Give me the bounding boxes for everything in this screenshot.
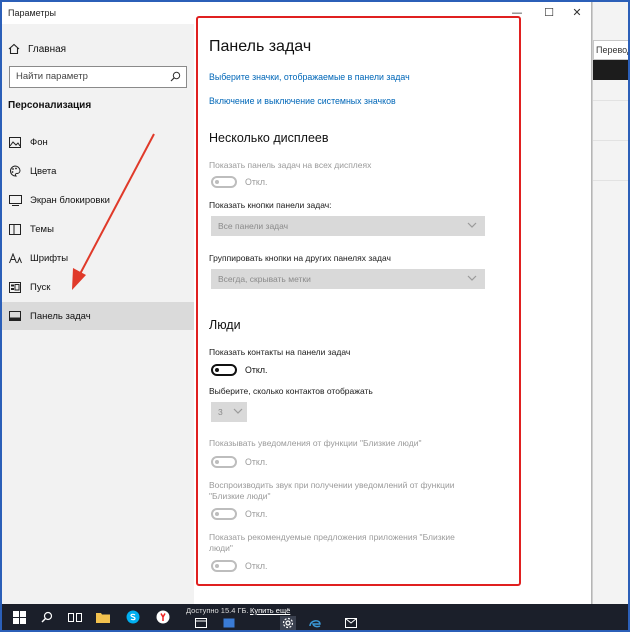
start-icon (8, 280, 22, 294)
people-sound-toggle[interactable] (211, 508, 237, 520)
taskbar-icon (8, 309, 22, 323)
divider (593, 180, 630, 181)
contacts-count-label: Выберите, сколько контактов отображать (209, 386, 373, 396)
main-content: Панель задач Выберите значки, отображаем… (202, 24, 592, 604)
show-on-all-displays-label: Показать панель задач на всех дисплеях (209, 160, 372, 170)
toggle-state: Откл. (245, 177, 268, 187)
search-placeholder: Найти параметр (16, 71, 88, 82)
toggle-state: Откл. (245, 561, 268, 571)
dropdown-value: Все панели задач (218, 221, 289, 231)
search-icon[interactable] (170, 71, 181, 82)
sidebar-item-fonts[interactable]: Шрифты (2, 244, 194, 272)
sidebar-item-label: Панель задач (30, 310, 91, 322)
people-sound-label: Воспроизводить звук при получении уведом… (209, 480, 455, 501)
sidebar-item-lock-screen[interactable]: Экран блокировки (2, 186, 194, 214)
sidebar-item-label: Экран блокировки (30, 194, 110, 206)
settings-icon[interactable] (280, 616, 296, 630)
people-suggestions-toggle[interactable] (211, 560, 237, 572)
themes-icon (8, 222, 22, 236)
skype-icon[interactable] (124, 608, 142, 626)
sidebar-item-label: Шрифты (30, 252, 69, 264)
calendar-icon[interactable] (194, 617, 208, 629)
buy-more-link[interactable]: Купить ещё (250, 606, 290, 615)
show-buttons-label: Показать кнопки панели задач: (209, 200, 332, 210)
divider (593, 100, 630, 101)
close-button[interactable]: ✕ (562, 4, 592, 22)
sidebar-item-label: Цвета (30, 165, 57, 177)
toggle-state: Откл. (245, 509, 268, 519)
people-suggestions-label: Показать рекомендуемые предложения прило… (209, 532, 455, 553)
toggle-state: Откл. (245, 457, 268, 467)
background-app-tab[interactable]: Переводч (593, 40, 630, 60)
fonts-icon (8, 251, 22, 265)
link-system-icons[interactable]: Включение и выключение системных значков (209, 96, 396, 106)
settings-window: Параметры — ☐ ✕ Главная Найти параметр П… (2, 2, 592, 604)
section-heading-multi-display: Несколько дисплеев (209, 131, 329, 145)
picture-icon (8, 135, 22, 149)
chevron-down-icon (233, 408, 243, 414)
section-heading-people: Люди (209, 318, 241, 332)
task-view-icon[interactable] (66, 608, 84, 626)
sidebar-item-label: Темы (30, 223, 54, 235)
background-app-toolbar (593, 60, 630, 80)
show-contacts-label: Показать контакты на панели задач (209, 347, 351, 357)
group-buttons-label: Группировать кнопки на других панелях за… (209, 253, 391, 263)
search-icon[interactable] (38, 608, 56, 626)
background-app-window: Переводч (592, 0, 630, 604)
section-title: Персонализация (8, 100, 92, 111)
sidebar-item-colors[interactable]: Цвета (2, 157, 194, 185)
taskbar: Доступно 15.4 ГБ. Купить ещё (2, 604, 628, 630)
chevron-down-icon (467, 275, 477, 281)
file-explorer-icon[interactable] (94, 608, 112, 626)
sidebar-item-taskbar[interactable]: Панель задач (2, 302, 194, 330)
sidebar-item-start[interactable]: Пуск (2, 273, 194, 301)
home-label: Главная (28, 43, 67, 55)
home-link[interactable]: Главная (8, 42, 66, 56)
dropdown-value: Всегда, скрывать метки (218, 274, 311, 284)
minimize-button[interactable]: — (502, 4, 532, 22)
sidebar: Главная Найти параметр Персонализация Фо… (2, 24, 194, 604)
link-taskbar-icons[interactable]: Выберите значки, отображаемые в панели з… (209, 72, 410, 82)
divider (593, 140, 630, 141)
show-buttons-dropdown[interactable]: Все панели задач (211, 216, 485, 236)
toggle-state: Откл. (245, 365, 268, 375)
sidebar-item-label: Пуск (30, 281, 51, 293)
edge-icon[interactable] (308, 617, 322, 629)
storage-status-text: Доступно 15.4 ГБ. (186, 606, 249, 615)
sidebar-item-label: Фон (30, 136, 48, 148)
maximize-button[interactable]: ☐ (534, 4, 564, 22)
home-icon (8, 43, 20, 55)
people-notifications-label: Показывать уведомления от функции "Близк… (209, 438, 422, 448)
palette-icon (8, 164, 22, 178)
title-bar: Параметры — ☐ ✕ (2, 2, 592, 24)
people-notifications-toggle[interactable] (211, 456, 237, 468)
yandex-icon[interactable] (154, 608, 172, 626)
lock-screen-icon (8, 193, 22, 207)
search-input[interactable]: Найти параметр (9, 66, 187, 88)
windows-start-icon[interactable] (10, 608, 28, 626)
mail-icon[interactable] (344, 617, 358, 629)
sidebar-item-background[interactable]: Фон (2, 128, 194, 156)
page-title: Панель задач (209, 38, 312, 55)
contacts-count-dropdown[interactable]: 3 (211, 402, 247, 422)
sidebar-item-themes[interactable]: Темы (2, 215, 194, 243)
group-buttons-dropdown[interactable]: Всегда, скрывать метки (211, 269, 485, 289)
show-contacts-toggle[interactable] (211, 364, 237, 376)
dropdown-value: 3 (218, 407, 223, 417)
chevron-down-icon (467, 222, 477, 228)
show-on-all-displays-toggle[interactable] (211, 176, 237, 188)
window-title: Параметры (8, 8, 56, 18)
app-icon[interactable] (222, 617, 236, 629)
